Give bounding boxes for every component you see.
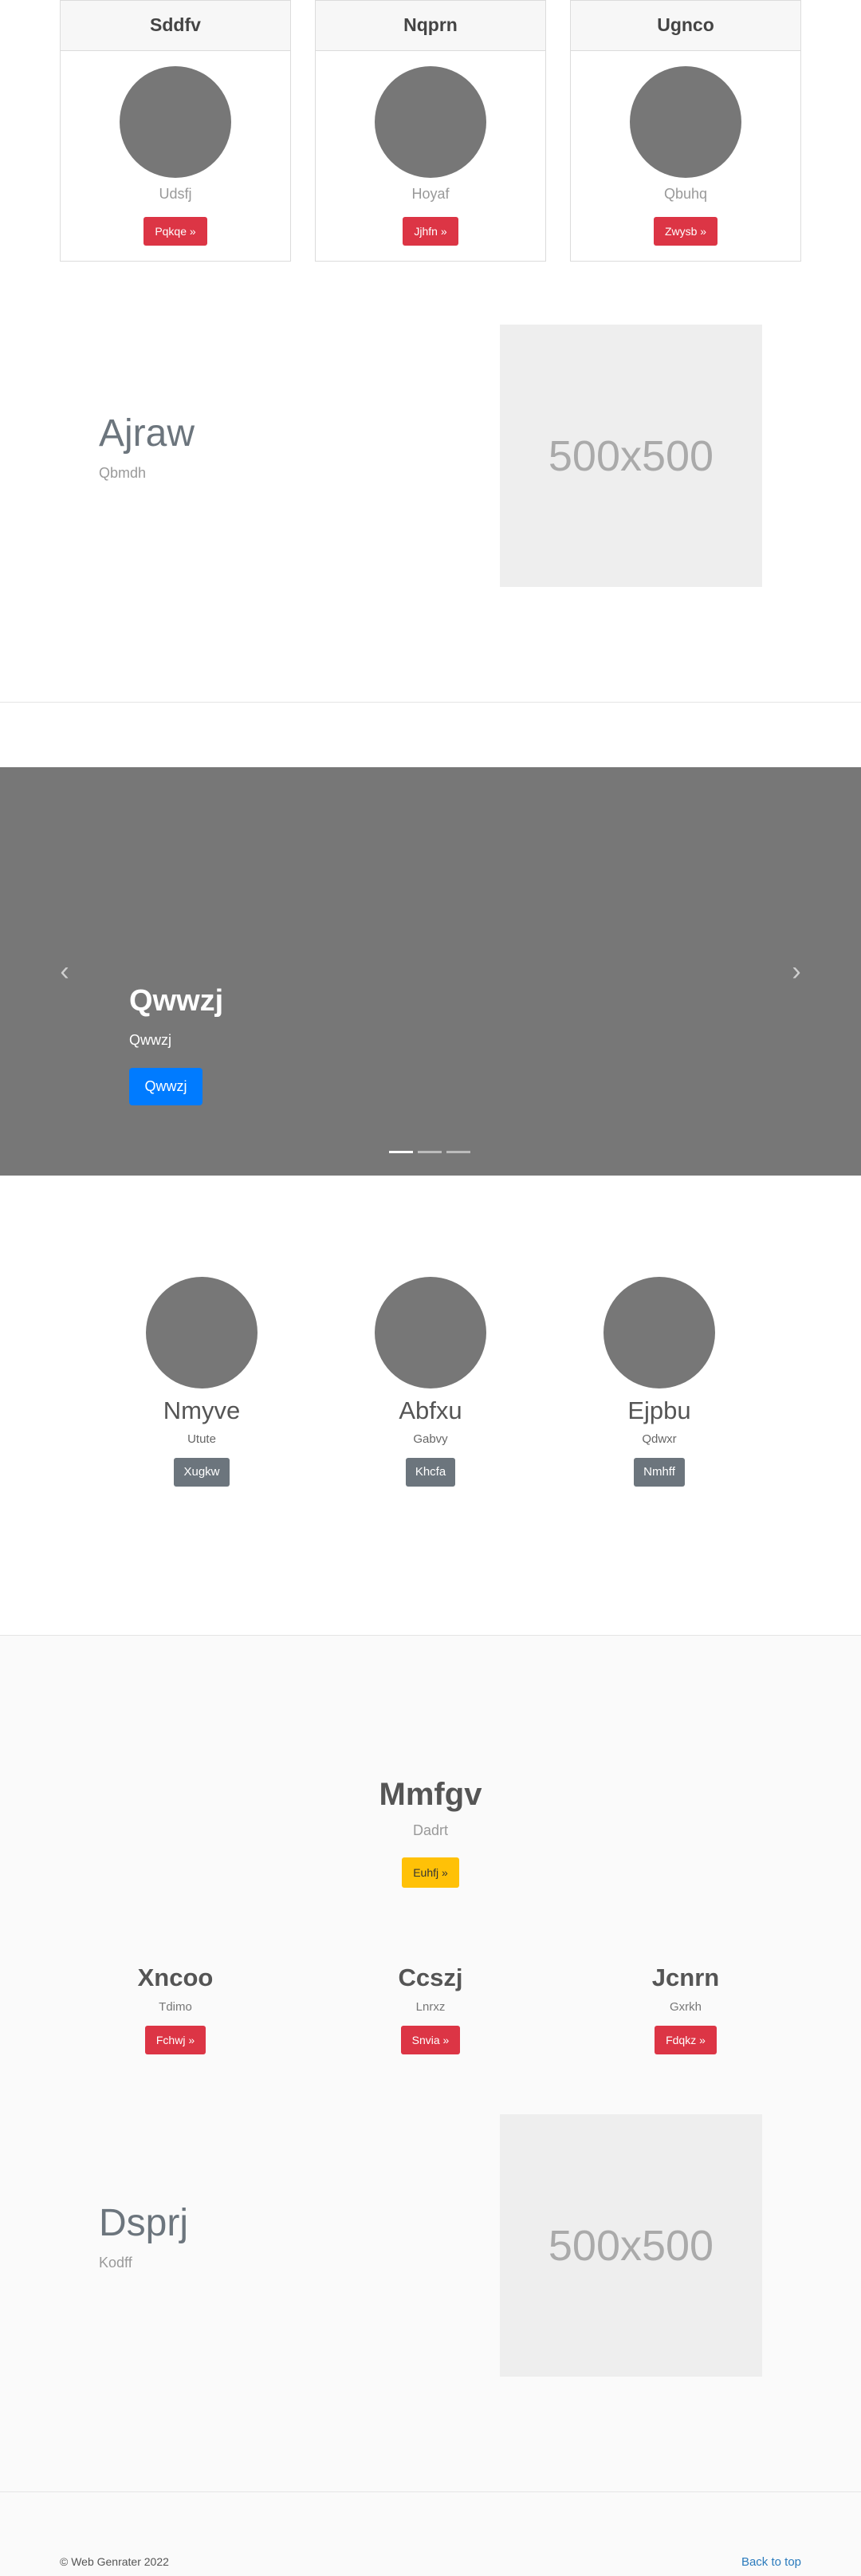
feature-section-2: Dsprj Kodff 500x500 <box>0 0 861 2496</box>
feature-image-placeholder: 500x500 <box>500 2114 762 2377</box>
footer-copyright: © Web Genrater 2022 <box>60 2555 169 2568</box>
footer: © Web Genrater 2022 Back to top <box>60 2552 801 2576</box>
section-divider <box>0 2491 861 2492</box>
feature-title: Dsprj <box>99 2202 189 2244</box>
feature-subtitle: Kodff <box>99 2255 132 2271</box>
back-to-top-link[interactable]: Back to top <box>741 2555 801 2569</box>
